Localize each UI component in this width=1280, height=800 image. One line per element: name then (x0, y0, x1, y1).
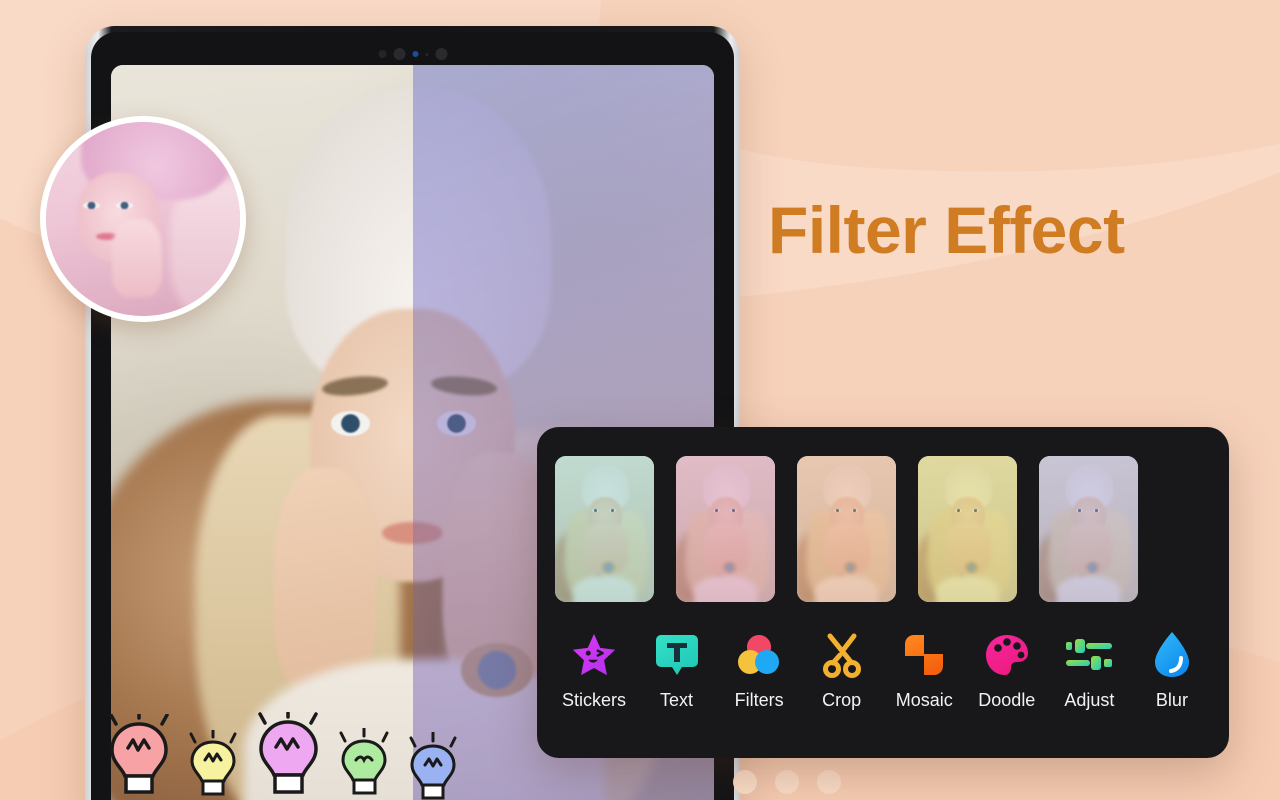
filter-thumb-sunset[interactable] (797, 456, 896, 602)
tool-label: Blur (1155, 690, 1188, 710)
tool-mosaic[interactable]: Mosaic (885, 631, 963, 711)
sensor-large-icon (393, 48, 405, 60)
tool-filters[interactable]: Filters (720, 631, 798, 711)
avatar-image (46, 122, 240, 316)
filter-thumb-rose[interactable] (676, 456, 775, 602)
tool-doodle[interactable]: Doodle (968, 631, 1046, 711)
tool-bar: Stickers Text Filters Crop Mosaic Doodle… (555, 631, 1211, 711)
tool-label: Adjust (1064, 690, 1115, 710)
water-drop-icon (1152, 631, 1192, 679)
checker-square-icon (902, 631, 946, 679)
bulb-pink-sticker (108, 714, 170, 800)
tool-adjust[interactable]: Adjust (1050, 631, 1128, 711)
sensor-icon (435, 48, 447, 60)
palette-icon (984, 631, 1030, 679)
bulb-blue-sticker (408, 732, 458, 800)
bulb-yellow-sticker (188, 730, 238, 800)
avatar[interactable] (40, 116, 246, 322)
tool-label: Doodle (978, 690, 1036, 710)
page-title: Filter Effect (768, 193, 1125, 267)
tool-blur[interactable]: Blur (1133, 631, 1211, 711)
color-circles-icon (736, 631, 782, 679)
bulb-magenta-sticker (256, 712, 320, 800)
lens-icon (412, 51, 418, 57)
bulb-green-sticker (338, 728, 390, 800)
sensor-small-icon (425, 52, 428, 56)
editor-panel: Stickers Text Filters Crop Mosaic Doodle… (537, 427, 1229, 758)
tool-label: Stickers (561, 690, 626, 710)
camera-cluster (378, 48, 447, 60)
filter-thumbnail-list (555, 456, 1211, 602)
bulb-stickers (108, 712, 458, 800)
sensor-icon (378, 50, 386, 58)
tool-text[interactable]: Text (638, 631, 716, 711)
tool-stickers[interactable]: Stickers (555, 631, 633, 711)
sliders-icon (1065, 631, 1113, 679)
text-bubble-icon (655, 631, 699, 679)
page-dot-2[interactable] (775, 770, 799, 794)
tool-label: Filters (734, 690, 784, 710)
filter-thumb-mint[interactable] (555, 456, 654, 602)
filter-thumb-lavender[interactable] (1039, 456, 1138, 602)
page-indicator (733, 770, 841, 794)
star-face-icon (571, 631, 617, 679)
tool-crop[interactable]: Crop (803, 631, 881, 711)
page-dot-1[interactable] (733, 770, 757, 794)
page-dot-3[interactable] (817, 770, 841, 794)
tool-label: Mosaic (895, 690, 953, 710)
scissors-icon (820, 631, 864, 679)
tool-label: Text (660, 690, 694, 710)
filter-thumb-lemon[interactable] (918, 456, 1017, 602)
tool-label: Crop (822, 690, 862, 710)
